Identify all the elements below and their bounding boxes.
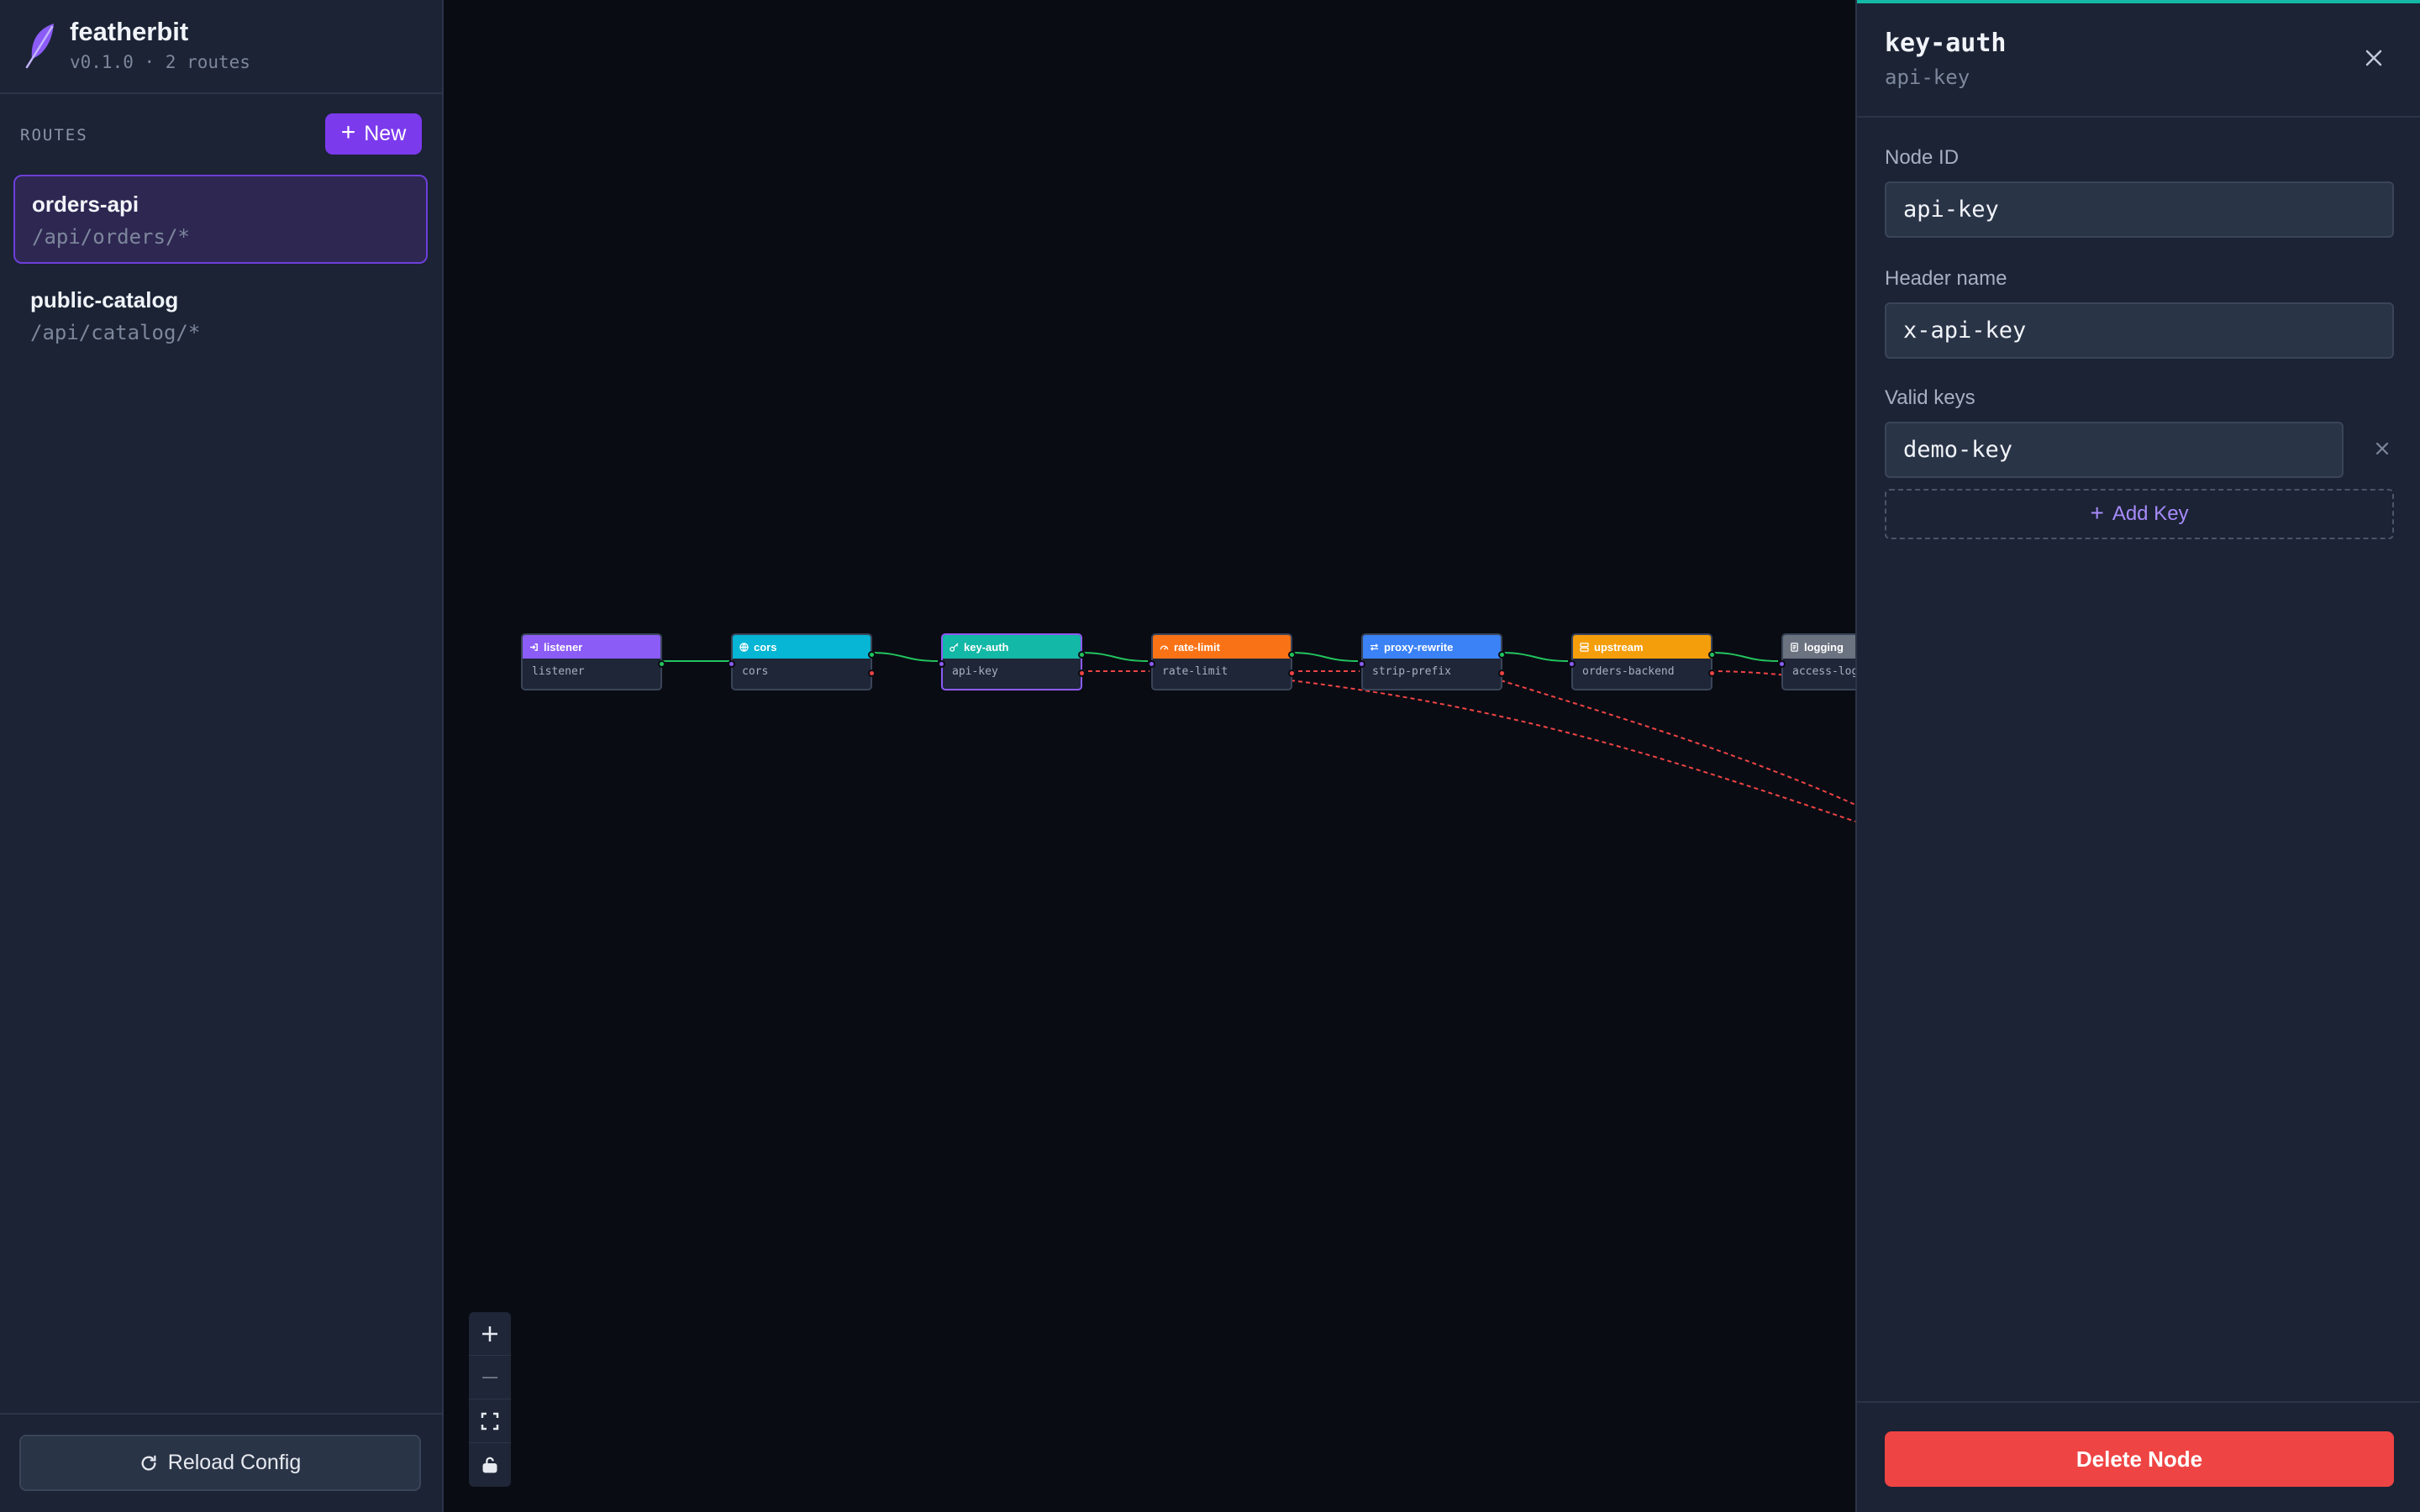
flow-canvas[interactable]: listener listener cors cors key-auth api… — [444, 0, 1855, 1512]
valid-keys-label: Valid keys — [1885, 386, 1975, 409]
inspector-title: key-auth — [1885, 29, 2007, 58]
lock-button[interactable] — [469, 1443, 511, 1487]
input-handle[interactable] — [1778, 660, 1786, 668]
success-handle[interactable] — [1498, 651, 1506, 659]
new-route-label: New — [364, 122, 407, 145]
route-path: /api/orders/* — [32, 225, 190, 249]
input-handle[interactable] — [1358, 660, 1365, 668]
header-name-field[interactable]: x-api-key — [1885, 302, 2394, 359]
node-type: upstream — [1594, 640, 1644, 654]
sidebar-footer: Reload Config — [0, 1413, 442, 1512]
refresh-icon — [141, 1455, 156, 1470]
fit-view-icon — [481, 1412, 499, 1430]
node-id: strip-prefix — [1372, 665, 1451, 678]
node-id-field[interactable]: api-key — [1885, 181, 2394, 238]
delete-node-button[interactable]: Delete Node — [1885, 1431, 2394, 1487]
edge-success — [1290, 652, 1359, 662]
edge-success — [870, 652, 939, 662]
fit-view-button[interactable] — [469, 1399, 511, 1443]
node-id: cors — [742, 665, 769, 678]
node-id: listener — [532, 665, 585, 678]
zoom-controls — [469, 1312, 511, 1487]
route-item-public-catalog[interactable]: public-catalog /api/catalog/* — [13, 272, 428, 361]
key-icon — [950, 642, 959, 652]
app-name: featherbit — [70, 17, 189, 46]
valid-key-field[interactable]: demo-key — [1885, 422, 2344, 478]
log-icon — [1791, 642, 1798, 652]
routes-heading: ROUTES — [20, 126, 88, 144]
success-handle[interactable] — [868, 651, 876, 659]
node-logging[interactable]: logging access-log — [1778, 633, 1855, 690]
zoom-out-button[interactable] — [469, 1356, 511, 1399]
edge-error — [1290, 680, 1855, 822]
route-item-orders-api[interactable]: orders-api /api/orders/* — [13, 175, 428, 264]
node-type: cors — [754, 640, 777, 654]
node-id: access-log — [1792, 665, 1855, 678]
lock-icon — [482, 1457, 497, 1473]
node-type: key-auth — [964, 640, 1009, 654]
route-path: /api/catalog/* — [30, 321, 201, 344]
node-cors[interactable]: cors cors — [728, 633, 876, 690]
edges-layer — [660, 652, 1855, 822]
edge-error — [1500, 680, 1855, 806]
node-rate-limit[interactable]: rate-limit rate-limit — [1148, 633, 1296, 690]
swap-icon — [1370, 643, 1379, 651]
reload-config-button[interactable]: Reload Config — [19, 1435, 421, 1491]
zoom-in-button[interactable] — [469, 1312, 511, 1356]
error-handle[interactable] — [1078, 669, 1086, 677]
input-handle[interactable] — [728, 660, 735, 668]
node-id: rate-limit — [1162, 665, 1228, 678]
header-name-label: Header name — [1885, 267, 2007, 290]
error-handle[interactable] — [1708, 669, 1716, 677]
error-handle[interactable] — [1498, 669, 1506, 677]
node-proxy-rewrite[interactable]: proxy-rewrite strip-prefix — [1358, 633, 1506, 690]
node-id: api-key — [952, 665, 998, 678]
close-icon[interactable] — [2361, 45, 2386, 71]
new-route-button[interactable]: + New — [325, 113, 422, 155]
input-handle[interactable] — [938, 660, 945, 668]
node-type: proxy-rewrite — [1384, 640, 1454, 654]
inspector-footer: Delete Node — [1857, 1401, 2420, 1512]
error-handle[interactable] — [868, 669, 876, 677]
edge-success — [1080, 652, 1149, 662]
inspector-header: key-auth api-key — [1857, 3, 2420, 118]
sidebar: featherbit v0.1.0 · 2 routes ROUTES + Ne… — [0, 0, 444, 1512]
input-handle[interactable] — [1568, 660, 1576, 668]
inspector-subtitle: api-key — [1885, 66, 1970, 89]
remove-key-icon[interactable] — [2371, 438, 2393, 459]
node-type: rate-limit — [1174, 640, 1220, 654]
output-handle[interactable] — [658, 660, 666, 668]
plus-icon: + — [340, 118, 356, 146]
brand-header: featherbit v0.1.0 · 2 routes — [0, 0, 442, 94]
plus-icon — [482, 1326, 497, 1341]
add-key-label: Add Key — [2112, 502, 2189, 525]
plus-icon: + — [2090, 499, 2104, 526]
error-handle[interactable] — [1288, 669, 1296, 677]
feather-logo-icon — [25, 24, 54, 69]
gauge-icon — [1160, 644, 1169, 650]
minus-icon — [482, 1376, 497, 1378]
reload-config-label: Reload Config — [167, 1451, 302, 1474]
login-icon — [529, 643, 538, 651]
success-handle[interactable] — [1078, 651, 1086, 659]
success-handle[interactable] — [1288, 651, 1296, 659]
input-handle[interactable] — [1148, 660, 1155, 668]
success-handle[interactable] — [1708, 651, 1716, 659]
node-inspector-panel: key-auth api-key Node ID api-key Header … — [1855, 0, 2420, 1512]
globe-icon — [739, 642, 749, 652]
route-name: public-catalog — [30, 287, 179, 312]
add-key-button[interactable]: + Add Key — [1885, 489, 2394, 539]
edge-success — [1500, 652, 1569, 662]
node-type: listener — [544, 640, 583, 654]
node-type: logging — [1804, 640, 1844, 654]
server-icon — [1580, 642, 1589, 652]
route-name: orders-api — [32, 192, 139, 217]
edge-success — [1710, 652, 1779, 662]
app-version: v0.1.0 · 2 routes — [70, 52, 250, 72]
node-id-label: Node ID — [1885, 146, 1960, 169]
node-key-auth[interactable]: key-auth api-key — [938, 633, 1086, 690]
node-listener[interactable]: listener listener — [521, 633, 666, 690]
node-upstream[interactable]: upstream orders-backend — [1568, 633, 1716, 690]
node-id: orders-backend — [1582, 665, 1675, 678]
